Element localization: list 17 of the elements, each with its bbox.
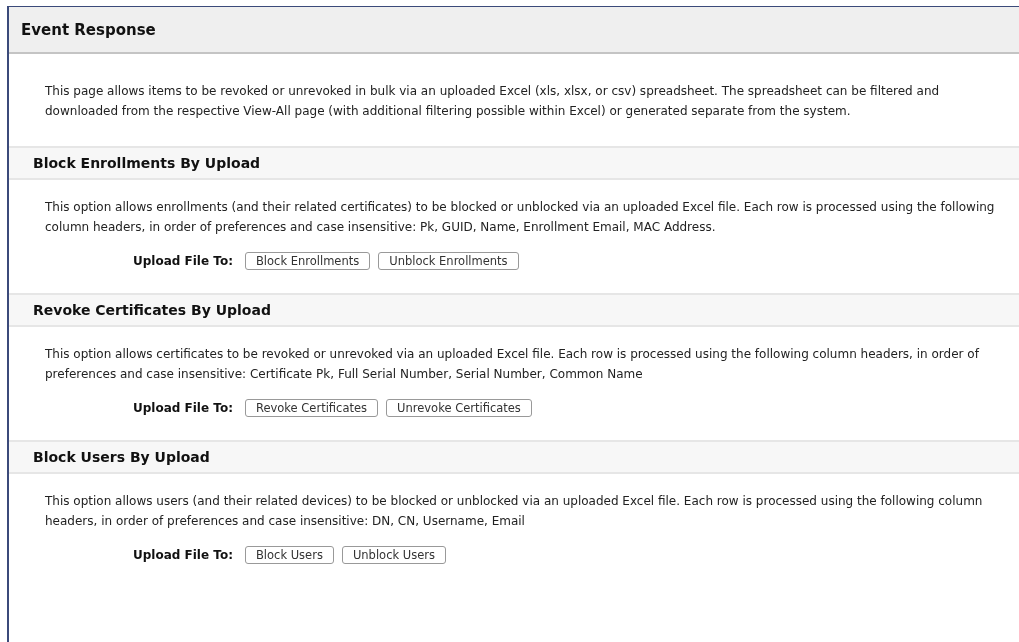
section-description: This option allows enrollments (and their related certificates) to be blocked or unblocked via an uploaded Excel file. Each row is processed using the following column headers, in order of preferences and case insensitive: Pk, GUID, Name, Enrollment Email, MAC Address. — [44, 199, 996, 236]
section-title: Block Users By Upload — [33, 449, 210, 465]
upload-button[interactable]: Unblock Enrollments — [378, 252, 519, 270]
section-description: This option allows users (and their related devices) to be blocked or unblocked via an uploaded Excel file. Each row is processed using the following column headers, in order of preferences and case insensitive: DN, CN, Username, Email — [44, 493, 984, 530]
section-title: Revoke Certificates By Upload — [33, 302, 271, 318]
upload-button[interactable]: Unblock Users — [341, 546, 446, 564]
upload-button[interactable]: Block Users — [244, 546, 334, 564]
upload-label: Upload File To: — [133, 254, 233, 268]
upload-label: Upload File To: — [133, 401, 233, 415]
intro-text: This page allows items to be revoked or unrevoked in bulk via an uploaded Excel (xls, xlsx, or csv) spreadsheet. The spreadsheet can be filtered and downloaded from the respective View-All page (with additional filtering possible within Excel) or generated separate from the system. — [44, 83, 941, 120]
section-title: Block Enrollments By Upload — [33, 155, 261, 171]
page-title: Event Response — [21, 20, 156, 39]
upload-button[interactable]: Revoke Certificates — [244, 399, 379, 417]
upload-button[interactable]: Unrevoke Certificates — [386, 399, 532, 417]
section-description: This option allows certificates to be revoked or unrevoked via an uploaded Excel file. Each row is processed using the following column headers, in order of preferences and case insensitive: Certificate Pk, Full Serial Number, Serial Number, Common Name — [44, 346, 981, 383]
upload-button[interactable]: Block Enrollments — [244, 252, 371, 270]
upload-label: Upload File To: — [133, 548, 233, 562]
